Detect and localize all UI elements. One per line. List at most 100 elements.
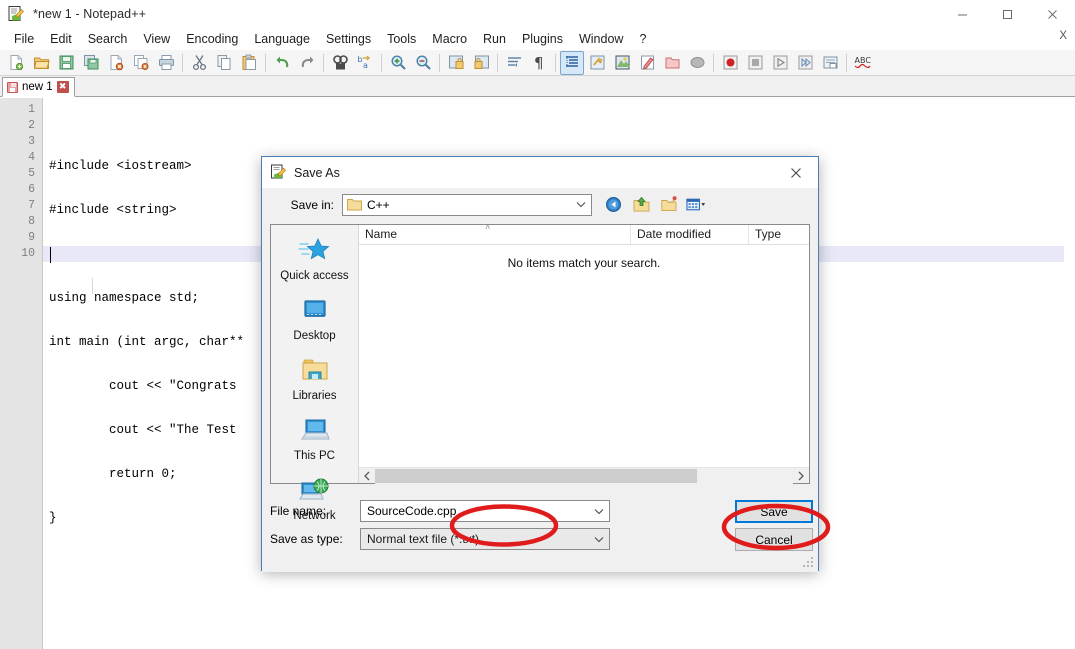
tab-close-icon[interactable]: ✖: [56, 81, 69, 93]
replace-icon[interactable]: ba: [353, 51, 377, 75]
menu-item-encoding[interactable]: Encoding: [178, 29, 246, 49]
column-header-date-modified[interactable]: Date modified: [631, 225, 749, 244]
menu-item-view[interactable]: View: [135, 29, 178, 49]
menu-item-macro[interactable]: Macro: [424, 29, 475, 49]
undo-icon[interactable]: [270, 51, 294, 75]
dialog-close-button[interactable]: [774, 157, 818, 188]
scrollbar-track[interactable]: [375, 467, 793, 484]
run-macro-multi-icon[interactable]: [793, 51, 817, 75]
cancel-button[interactable]: Cancel: [735, 528, 813, 551]
place-quick-access[interactable]: Quick access: [273, 235, 357, 284]
save-in-combobox[interactable]: C++: [342, 193, 592, 216]
notepad-plus-plus-icon: [270, 164, 287, 181]
menu-item-run[interactable]: Run: [475, 29, 514, 49]
close-all-icon[interactable]: [129, 51, 153, 75]
save-all-icon[interactable]: [79, 51, 103, 75]
close-document-button[interactable]: X: [1059, 30, 1067, 42]
line-number: 10: [21, 247, 35, 260]
cut-icon[interactable]: [187, 51, 211, 75]
folder-workspace-icon[interactable]: [660, 51, 684, 75]
paste-icon[interactable]: [237, 51, 261, 75]
place-this-pc[interactable]: This PC: [273, 415, 357, 464]
save-button[interactable]: Save: [735, 500, 813, 523]
toolbar-separator: [381, 53, 382, 72]
minimize-button[interactable]: [940, 0, 985, 28]
notepad-plus-plus-icon: [7, 5, 25, 23]
scroll-right-icon[interactable]: [793, 468, 809, 484]
spell-check-icon[interactable]: ABC: [851, 51, 875, 75]
line-number: 7: [28, 199, 35, 212]
menu-item-help[interactable]: ?: [631, 29, 654, 49]
word-wrap-icon[interactable]: [502, 51, 526, 75]
tab-new-1[interactable]: new 1 ✖: [2, 77, 75, 97]
open-file-icon[interactable]: [29, 51, 53, 75]
menu-item-language[interactable]: Language: [246, 29, 318, 49]
toolbar-separator: [713, 53, 714, 72]
sync-vertical-icon[interactable]: [444, 51, 468, 75]
find-icon[interactable]: [328, 51, 352, 75]
close-button[interactable]: [1030, 0, 1075, 28]
save-as-type-row: Save as type: Normal text file (*.txt): [270, 528, 610, 550]
show-all-chars-icon[interactable]: ¶: [527, 51, 551, 75]
window-title: *new 1 - Notepad++: [33, 7, 146, 21]
menu-item-file[interactable]: File: [6, 29, 42, 49]
record-macro-icon[interactable]: [718, 51, 742, 75]
save-as-type-value: Normal text file (*.txt): [367, 532, 480, 546]
save-macro-icon[interactable]: [818, 51, 842, 75]
chevron-down-icon[interactable]: [589, 501, 609, 521]
menu-bar: File Edit Search View Encoding Language …: [0, 28, 1075, 50]
scroll-left-icon[interactable]: [359, 468, 375, 484]
menu-item-window[interactable]: Window: [571, 29, 631, 49]
stop-macro-icon[interactable]: [743, 51, 767, 75]
place-label: Desktop: [293, 330, 336, 342]
new-file-icon[interactable]: [4, 51, 28, 75]
horizontal-scrollbar[interactable]: [359, 467, 809, 484]
maximize-button[interactable]: [985, 0, 1030, 28]
toolbar-separator: [497, 53, 498, 72]
copy-icon[interactable]: [212, 51, 236, 75]
up-folder-icon[interactable]: [630, 195, 652, 215]
indent-guide-icon[interactable]: [560, 50, 584, 75]
line-number: 8: [28, 215, 35, 228]
monitor-icon[interactable]: [685, 51, 709, 75]
function-list-icon[interactable]: [635, 51, 659, 75]
place-desktop[interactable]: Desktop: [273, 295, 357, 344]
zoom-out-icon[interactable]: [411, 51, 435, 75]
save-icon[interactable]: [54, 51, 78, 75]
chevron-down-icon[interactable]: [571, 195, 591, 215]
print-icon[interactable]: [154, 51, 178, 75]
close-file-icon[interactable]: [104, 51, 128, 75]
line-number: 5: [28, 167, 35, 180]
menu-item-tools[interactable]: Tools: [379, 29, 424, 49]
line-number: 6: [28, 183, 35, 196]
libraries-folder-icon: [298, 357, 332, 387]
user-language-icon[interactable]: [585, 51, 609, 75]
menu-item-search[interactable]: Search: [80, 29, 136, 49]
menu-item-edit[interactable]: Edit: [42, 29, 80, 49]
back-icon[interactable]: [602, 195, 624, 215]
file-list-area[interactable]: Name ˄ Date modified Type No items match…: [359, 222, 809, 484]
column-header-type[interactable]: Type: [749, 225, 809, 244]
dialog-title: Save As: [294, 165, 340, 180]
place-libraries[interactable]: Libraries: [273, 355, 357, 404]
views-icon[interactable]: [686, 195, 708, 215]
save-in-row: Save in: C++: [270, 188, 810, 218]
resize-grip-icon[interactable]: [803, 557, 815, 569]
menu-item-plugins[interactable]: Plugins: [514, 29, 571, 49]
new-folder-icon[interactable]: [658, 195, 680, 215]
zoom-in-icon[interactable]: [386, 51, 410, 75]
save-as-type-field[interactable]: Normal text file (*.txt): [360, 528, 610, 550]
places-sidebar: Quick access Desktop Libraries This PC N…: [271, 225, 359, 522]
redo-icon[interactable]: [295, 51, 319, 75]
doc-map-icon[interactable]: [610, 51, 634, 75]
toolbar-separator: [846, 53, 847, 72]
file-name-field[interactable]: SourceCode.cpp: [360, 500, 610, 522]
menu-item-settings[interactable]: Settings: [318, 29, 379, 49]
chevron-down-icon[interactable]: [589, 529, 609, 549]
scrollbar-thumb[interactable]: [375, 468, 697, 483]
column-header-name[interactable]: Name ˄: [359, 222, 631, 244]
play-macro-icon[interactable]: [768, 51, 792, 75]
file-list-scroll-region[interactable]: No items match your search.: [359, 245, 809, 467]
sync-horizontal-icon[interactable]: [469, 51, 493, 75]
column-label: Name: [365, 227, 398, 241]
